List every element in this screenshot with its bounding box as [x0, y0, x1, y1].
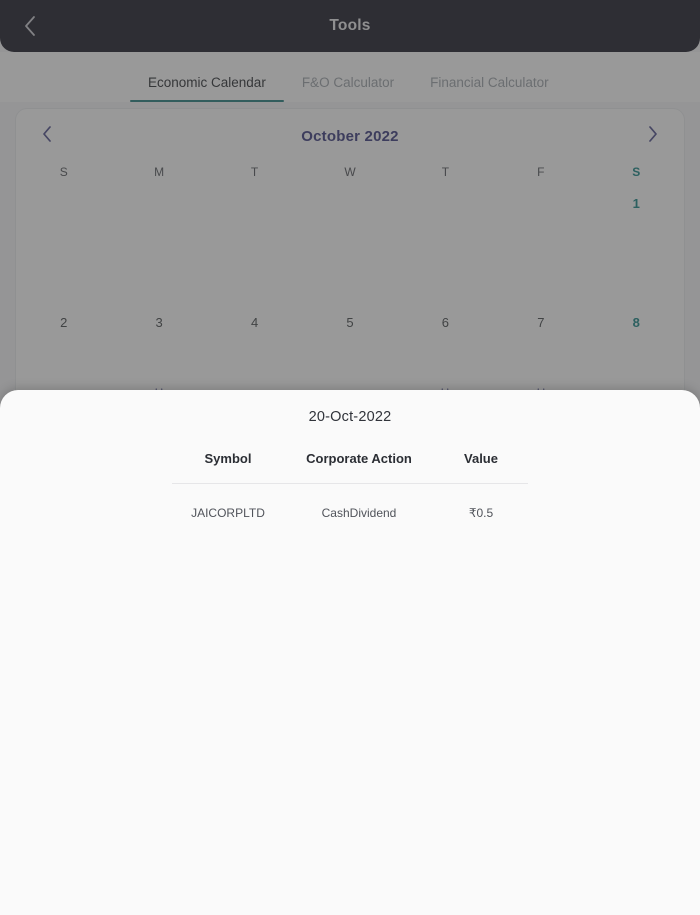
sheet-date-title: 20-Oct-2022 [308, 409, 392, 425]
cell-value: ₹0.5 [468, 506, 494, 520]
cell-corporate-action: CashDividend [321, 506, 397, 520]
column-header-corporate-action: Corporate Action [284, 451, 434, 484]
table-row: JAICORPLTD CashDividend ₹0.5 [172, 484, 528, 520]
column-header-symbol: Symbol [172, 451, 284, 484]
corporate-action-bottom-sheet: 20-Oct-2022 Symbol Corporate Action Valu… [0, 390, 700, 915]
column-header-value: Value [434, 451, 528, 484]
cell-symbol: JAICORPLTD [191, 506, 265, 520]
table-header-row: Symbol Corporate Action Value [172, 451, 528, 484]
corporate-actions-table: Symbol Corporate Action Value JAICORPLTD… [172, 451, 528, 520]
